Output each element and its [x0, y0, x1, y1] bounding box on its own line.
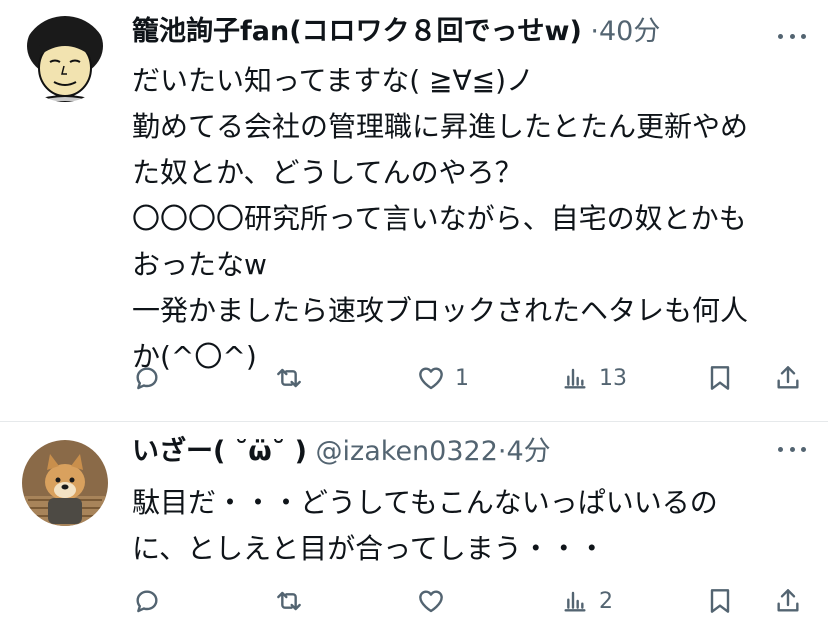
reply-icon: [136, 590, 158, 613]
text-line: 一発かましたら速攻ブロックされたヘタレも何人: [132, 294, 749, 327]
retweet-icon: [277, 368, 301, 388]
share-button[interactable]: [772, 358, 804, 398]
retweet-button[interactable]: [273, 358, 313, 398]
tweet-text: 駄目だ・・・どうしてもこんないっぱいいるの に、としえと目が合ってしまう・・・: [132, 480, 802, 572]
like-count: 1: [455, 365, 469, 391]
action-bar: 1 13: [0, 358, 828, 398]
text-line: 駄目だ・・・どうしてもこんないっぱいいるの: [132, 486, 718, 519]
text-line: だいたい知ってますな( ≧∀≦)ノ: [132, 64, 535, 97]
bookmark-icon: [710, 366, 730, 390]
views-icon: [564, 591, 586, 612]
retweet-button[interactable]: [273, 581, 313, 621]
more-icon[interactable]: [778, 32, 806, 40]
reply-button[interactable]: [131, 358, 171, 398]
tweet-header: 籠池詢子fan(コロワク８回でっせw) ·40分: [132, 14, 660, 50]
timestamp[interactable]: 4分: [506, 436, 550, 467]
text-line: 〇〇〇〇研究所って言いながら、自宅の奴とかも: [132, 202, 747, 235]
views-button[interactable]: 13: [559, 358, 627, 398]
share-icon: [777, 589, 799, 612]
reply-icon: [136, 367, 158, 390]
bookmark-button[interactable]: [704, 358, 736, 398]
avatar[interactable]: [22, 16, 108, 102]
reply-button[interactable]: [131, 581, 171, 621]
author-name[interactable]: 籠池詢子fan(コロワク８回でっせw): [132, 16, 582, 47]
share-icon: [777, 366, 799, 389]
author-handle[interactable]: @izaken0322: [316, 436, 498, 467]
views-button[interactable]: 2: [559, 581, 613, 621]
author-name[interactable]: いざー( ˘ω̈˘ ): [132, 436, 307, 467]
bookmark-icon: [710, 589, 730, 613]
action-bar: 2: [0, 581, 828, 621]
like-icon: [419, 590, 443, 613]
views-count: 13: [599, 365, 627, 391]
text-line: 勤めてる会社の管理職に昇進したとたん更新やめ: [132, 110, 749, 143]
separator-dot: ·: [590, 16, 599, 47]
more-icon[interactable]: [778, 445, 806, 453]
share-button[interactable]: [772, 581, 804, 621]
like-button[interactable]: 1: [415, 358, 469, 398]
tweet-1[interactable]: 籠池詢子fan(コロワク８回でっせw) ·40分 だいたい知ってますな( ≧∀≦…: [0, 0, 828, 421]
views-count: 2: [599, 588, 613, 614]
text-line: に、としえと目が合ってしまう・・・: [132, 532, 606, 565]
retweet-icon: [277, 591, 301, 611]
like-button[interactable]: [415, 581, 455, 621]
tweet-2[interactable]: いざー( ˘ω̈˘ ) @izaken0322·4分 駄目だ・・・どうしてもこん…: [0, 421, 828, 631]
text-line: た奴とか、どうしてんのやろ？: [132, 156, 523, 189]
views-icon: [564, 368, 586, 389]
avatar[interactable]: [22, 440, 108, 526]
bookmark-button[interactable]: [704, 581, 736, 621]
text-line: おったなw: [132, 248, 267, 281]
tweet-text: だいたい知ってますな( ≧∀≦)ノ 勤めてる会社の管理職に昇進したとたん更新やめ…: [132, 58, 802, 380]
timestamp[interactable]: 40分: [599, 16, 660, 47]
tweet-header: いざー( ˘ω̈˘ ) @izaken0322·4分: [132, 434, 551, 470]
like-icon: [419, 367, 443, 390]
